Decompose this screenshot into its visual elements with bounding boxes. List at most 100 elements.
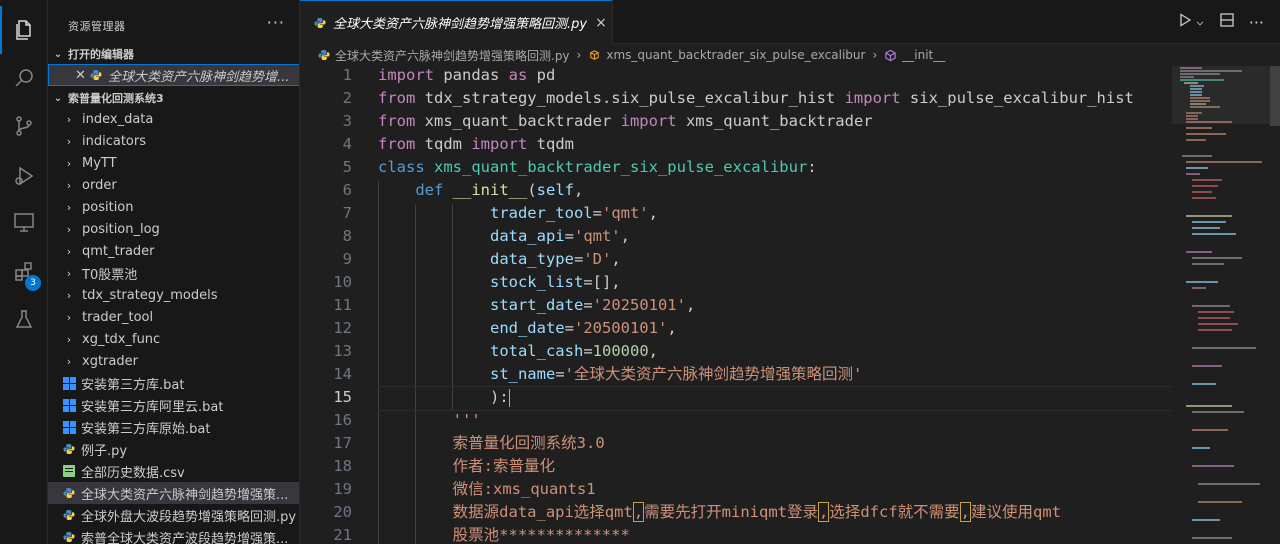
run-icon[interactable]: [1177, 12, 1193, 32]
file-item[interactable]: 安装第三方库.bat: [48, 372, 299, 394]
project-label: 索普量化回测系统3: [68, 92, 164, 105]
code-line: 20 数据源data_api选择qmt,需要先打开miniqmt登录,选择dfc…: [333, 502, 1061, 522]
file-item-selected[interactable]: 全球大类资产六脉神剑趋势增强策...: [48, 482, 299, 504]
file-item[interactable]: 安装第三方库原始.bat: [48, 416, 299, 438]
code-line: 8 data_api='qmt',: [342, 227, 630, 245]
chevron-right-icon: ›: [576, 48, 582, 62]
remote-explorer-icon[interactable]: [0, 198, 48, 246]
testing-icon[interactable]: [0, 296, 48, 344]
chevron-right-icon: ›: [66, 112, 72, 126]
code-line: 13 total_cash=100000,: [333, 342, 658, 360]
code-editor[interactable]: 1 import pandas as pd 2 from tdx_strategy_…: [300, 66, 1172, 544]
search-icon[interactable]: [0, 54, 48, 102]
minimap-slider[interactable]: [1172, 66, 1270, 124]
code-line: 16 ''': [333, 411, 481, 429]
file-item[interactable]: 例子.py: [48, 438, 299, 460]
split-editor-icon[interactable]: [1219, 12, 1235, 32]
file-item[interactable]: 全球外盘大波段趋势增强策略回测.py: [48, 504, 299, 526]
explorer-title: 资源管理器: [68, 20, 126, 33]
python-icon: [62, 486, 76, 500]
folder-item[interactable]: › MyTT: [48, 152, 299, 174]
python-icon: [62, 530, 76, 544]
code-line: 5 class xms_quant_backtrader_six_pulse_ex…: [342, 158, 817, 176]
vertical-scrollbar[interactable]: [1270, 66, 1280, 126]
code-line-current: 15 ):: [300, 386, 1172, 411]
csv-icon: [62, 464, 76, 478]
folder-item[interactable]: › xgtrader: [48, 350, 299, 372]
folder-item[interactable]: › trader_tool: [48, 306, 299, 328]
breadcrumb-class[interactable]: xms_quant_backtrader_six_pulse_excalibur: [606, 48, 865, 62]
windows-icon: [62, 398, 76, 412]
run-debug-icon[interactable]: [0, 152, 48, 200]
breadcrumb-method[interactable]: __init__: [902, 48, 945, 62]
more-actions-icon[interactable]: ···: [267, 13, 285, 32]
explorer-icon[interactable]: [0, 6, 48, 54]
text-cursor: [508, 388, 510, 407]
chevron-right-icon: ›: [66, 244, 72, 258]
close-icon[interactable]: ×: [595, 15, 607, 31]
folder-item[interactable]: › xg_tdx_func: [48, 328, 299, 350]
python-icon: [62, 508, 76, 522]
minimap-content: [1180, 67, 1262, 539]
chevron-right-icon: ›: [872, 48, 878, 62]
folder-item[interactable]: › indicators: [48, 130, 299, 152]
chevron-right-icon: ›: [66, 178, 72, 192]
code-line: 10 stock_list=[],: [333, 273, 621, 291]
code-line: 2 from tdx_strategy_models.six_pulse_exca…: [342, 89, 1134, 107]
class-icon: [588, 49, 601, 62]
chevron-right-icon: ›: [66, 134, 72, 148]
code-line: 7 trader_tool='qmt',: [342, 204, 658, 222]
python-icon: [89, 68, 103, 82]
code-line: 3 from xms_quant_backtrader import xms_qu…: [342, 112, 873, 130]
folder-item[interactable]: › qmt_trader: [48, 240, 299, 262]
code-line: 9 data_type='D',: [342, 250, 621, 268]
source-control-icon[interactable]: [0, 102, 48, 150]
extensions-icon[interactable]: 3: [0, 248, 48, 296]
chevron-right-icon: ›: [66, 266, 72, 280]
more-actions-icon[interactable]: ···: [1249, 13, 1264, 32]
explorer-sidebar: 资源管理器 ··· ⌄ 打开的编辑器 ✕ 全球大类资产六脉神剑趋势增... ⌄ …: [48, 0, 300, 544]
editor-actions: ···: [1177, 0, 1280, 44]
chevron-right-icon: ›: [66, 156, 72, 170]
chevron-right-icon: ›: [66, 310, 72, 324]
folder-item[interactable]: › tdx_strategy_models: [48, 284, 299, 306]
code-line: 21 股票池**************: [333, 526, 630, 544]
tab-active[interactable]: 全球大类资产六脉神剑趋势增强策略回测.py ×: [300, 0, 613, 44]
folder-item[interactable]: › position_log: [48, 218, 299, 240]
chevron-down-icon[interactable]: [1195, 13, 1205, 32]
code-line: 19 微信:xms_quants1: [333, 480, 596, 498]
open-editors-section[interactable]: ⌄ 打开的编辑器: [48, 43, 299, 65]
code-line: 4 from tqdm import tqdm: [342, 135, 574, 153]
windows-icon: [62, 420, 76, 434]
breadcrumb-file[interactable]: 全球大类资产六脉神剑趋势增强策略回测.py: [335, 47, 570, 64]
open-editor-label: 全球大类资产六脉神剑趋势增...: [108, 69, 290, 85]
windows-icon: [62, 376, 76, 390]
code-line: 14 st_name='全球大类资产六脉神剑趋势增强策略回测': [333, 365, 863, 383]
close-icon[interactable]: ✕: [75, 68, 89, 83]
file-item[interactable]: 安装第三方库阿里云.bat: [48, 394, 299, 416]
minimap[interactable]: [1172, 66, 1280, 544]
file-item[interactable]: 索普全球大类资产波段趋势增强策...: [48, 526, 299, 544]
code-line: 11 start_date='20250101',: [333, 296, 696, 314]
chevron-right-icon: ›: [66, 200, 72, 214]
python-icon: [62, 442, 76, 456]
chevron-right-icon: ›: [66, 332, 72, 346]
method-icon: [884, 49, 897, 62]
file-item[interactable]: 全部历史数据.csv: [48, 460, 299, 482]
python-icon: [318, 49, 330, 61]
project-section[interactable]: ⌄ 索普量化回测系统3: [48, 87, 299, 109]
folder-item[interactable]: › position: [48, 196, 299, 218]
activity-bar: 3: [0, 0, 48, 544]
code-line: 17 索普量化回测系统3.0: [333, 434, 605, 452]
folder-item[interactable]: › T0股票池: [48, 262, 299, 284]
chevron-right-icon: ›: [66, 354, 72, 368]
extensions-badge: 3: [25, 275, 41, 291]
folder-item[interactable]: › index_data: [48, 108, 299, 130]
folder-item[interactable]: › order: [48, 174, 299, 196]
code-line: 1 import pandas as pd: [342, 66, 556, 84]
chevron-down-icon: ⌄: [53, 92, 63, 104]
code-line: 6 def __init__(self,: [342, 181, 584, 199]
tab-bar: 全球大类资产六脉神剑趋势增强策略回测.py × ···: [300, 0, 1280, 44]
open-editor-item[interactable]: ✕ 全球大类资产六脉神剑趋势增...: [48, 64, 299, 86]
open-editors-label: 打开的编辑器: [68, 48, 134, 61]
